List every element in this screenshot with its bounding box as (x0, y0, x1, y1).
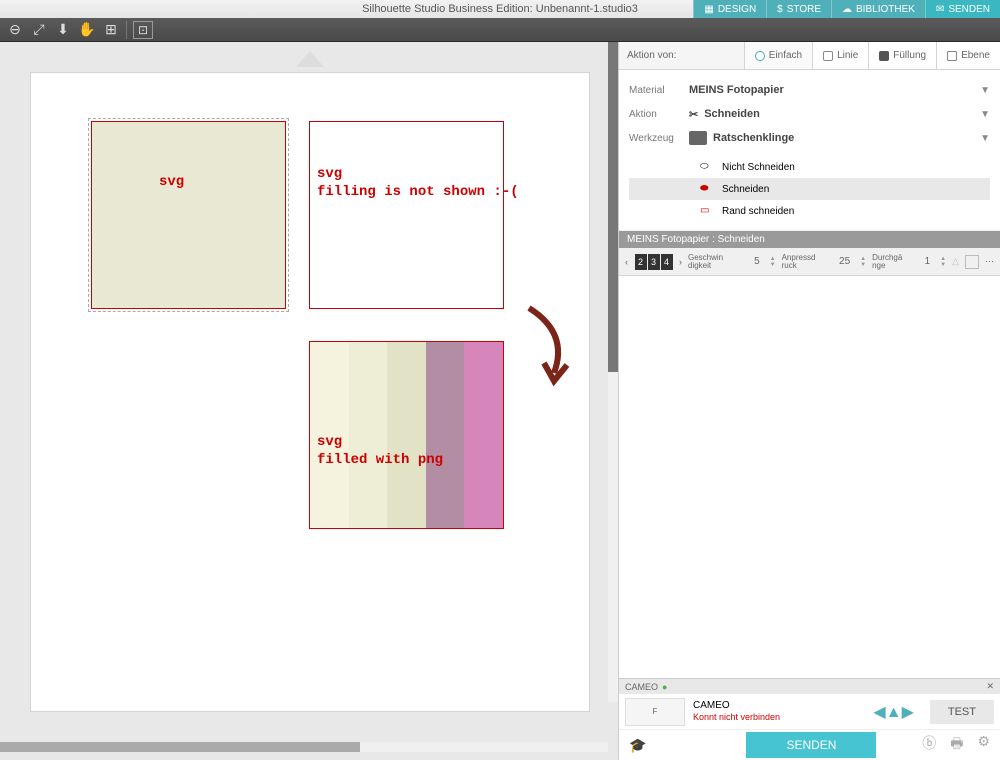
vertical-scrollbar[interactable] (608, 42, 618, 702)
subtab-simple[interactable]: Einfach (744, 42, 812, 69)
thickness-selector[interactable]: 234 (634, 254, 673, 270)
send-button[interactable]: SENDEN (746, 732, 876, 758)
speed-label: Geschwin digkeit (688, 254, 744, 270)
subtab-line[interactable]: Linie (812, 42, 868, 69)
grid-icon: ▦ (704, 4, 713, 15)
square-icon (823, 51, 833, 61)
thickness-minus[interactable]: ‹ (625, 257, 628, 267)
device-name: CAMEO (625, 682, 658, 692)
cut-params: ‹ 234 › Geschwin digkeit 5 ▲▼ Anpressd r… (619, 248, 1000, 276)
horizontal-scrollbar[interactable] (0, 742, 608, 752)
force-stepper[interactable]: ▲▼ (860, 256, 866, 268)
cutting-mat: svg svg filling is not shown :-( svg fil… (30, 72, 590, 712)
add-icon[interactable]: ⊞ (102, 21, 120, 39)
zoom-fit-icon[interactable]: ⤢ (30, 21, 48, 39)
annotation-2: svg filling is not shown :-( (317, 165, 519, 201)
edge-icon: ▭ (700, 205, 716, 217)
connection-error: Konnt nicht verbinden (693, 712, 780, 723)
annotation-3: svg filled with png (317, 433, 443, 469)
send-icon: ✉ (936, 4, 944, 15)
tool-dropdown[interactable]: Ratschenklinge (689, 131, 980, 145)
chevron-down-icon[interactable]: ▼ (980, 109, 990, 120)
force-value[interactable]: 25 (835, 256, 854, 267)
overcut-icon[interactable]: △ (952, 256, 959, 267)
speed-value[interactable]: 5 (750, 256, 764, 267)
device-info: CAMEO Konnt nicht verbinden (693, 700, 780, 723)
opt-cut-edge[interactable]: ▭Rand schneiden (629, 200, 990, 222)
preset-label: MEINS Fotopapier : Schneiden (619, 231, 1000, 248)
zoom-out-icon[interactable]: ⊖ (6, 21, 24, 39)
cart-icon: $ (777, 4, 783, 15)
graduation-icon[interactable]: 🎓 (629, 737, 646, 754)
ratchet-icon (689, 131, 707, 145)
linetype-icon[interactable] (965, 255, 979, 269)
material-label: Material (629, 85, 689, 96)
status-ok-icon: ● (662, 682, 667, 692)
subtab-layer[interactable]: Ebene (936, 42, 1000, 69)
device-preview: F (625, 698, 685, 726)
circle-icon (755, 51, 765, 61)
opt-no-cut[interactable]: ⬭Nicht Schneiden (629, 156, 990, 178)
more-icon[interactable]: ⋯ (985, 256, 994, 267)
chevron-down-icon[interactable]: ▼ (980, 85, 990, 96)
action-by-label: Aktion von: (627, 50, 676, 61)
jog-controls[interactable]: ◀▲▶ (873, 702, 913, 722)
test-button[interactable]: TEST (930, 700, 994, 724)
send-panel: Aktion von: Einfach Linie Füllung Ebene … (618, 42, 1000, 760)
chevron-down-icon[interactable]: ▼ (980, 133, 990, 144)
canvas-area[interactable]: svg svg filling is not shown :-( svg fil… (0, 42, 618, 760)
tool-label: Werkzeug (629, 133, 689, 144)
opt-cut[interactable]: ⬬Schneiden (629, 178, 990, 200)
toolbar: ⊖ ⤢ ⬇ ✋ ⊞ ⊡ (0, 18, 1000, 42)
download-icon[interactable]: ⬇ (54, 21, 72, 39)
action-label: Aktion (629, 109, 689, 120)
passes-value[interactable]: 1 (921, 256, 935, 267)
cloud-icon: ☁ (842, 4, 852, 15)
close-icon[interactable]: ✕ (986, 681, 994, 692)
separator (126, 21, 127, 39)
passes-label: Durchgä nge (872, 254, 914, 270)
main-tabs: ▦DESIGN $STORE ☁BIBLIOTHEK ✉SENDEN (693, 0, 1000, 18)
passes-stepper[interactable]: ▲▼ (940, 256, 946, 268)
annotation-1: svg (159, 173, 184, 191)
tab-store[interactable]: $STORE (766, 0, 831, 18)
fill-icon (879, 51, 889, 61)
force-label: Anpressd ruck (782, 254, 829, 270)
nocut-icon: ⬭ (700, 161, 716, 173)
bluetooth-icon[interactable]: ⓑ (922, 733, 936, 757)
layer-icon (947, 51, 957, 61)
tab-library[interactable]: ☁BIBLIOTHEK (831, 0, 925, 18)
preview-icon[interactable]: ⊡ (133, 21, 153, 39)
blade-icon: ✂ (689, 108, 698, 121)
cut-icon: ⬬ (700, 183, 716, 195)
thickness-plus[interactable]: › (679, 257, 682, 267)
speed-stepper[interactable]: ▲▼ (770, 256, 776, 268)
printer-icon[interactable]: 🖶 (950, 733, 963, 757)
pan-icon[interactable]: ✋ (78, 21, 96, 39)
tab-send[interactable]: ✉SENDEN (925, 0, 1000, 18)
subtab-fill[interactable]: Füllung (868, 42, 936, 69)
arrow-icon (519, 303, 579, 393)
action-dropdown[interactable]: ✂Schneiden (689, 108, 980, 121)
tab-design[interactable]: ▦DESIGN (693, 0, 766, 18)
gear-icon[interactable]: ⚙ (977, 733, 990, 757)
material-dropdown[interactable]: MEINS Fotopapier (689, 84, 980, 96)
